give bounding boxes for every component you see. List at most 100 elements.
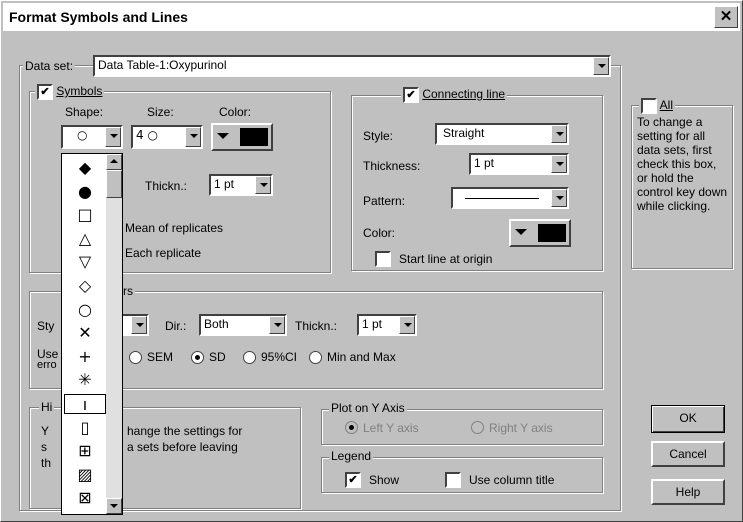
hint-line1a: Y	[41, 424, 50, 438]
error-thickn-label: Thickn.:	[295, 319, 338, 333]
dataset-label: Data set:	[23, 59, 76, 73]
shape-option[interactable]: ✕	[64, 323, 106, 343]
shape-select[interactable]: ○	[61, 125, 123, 149]
line-color-swatch	[538, 224, 566, 242]
title-bar: Format Symbols and Lines ✕	[3, 3, 740, 31]
ok-button[interactable]: OK	[651, 405, 725, 433]
shape-option[interactable]: ▯	[64, 418, 106, 438]
shape-option[interactable]: ı	[64, 394, 106, 414]
left-axis-label: Left Y axis	[363, 421, 419, 435]
error-thickn-select[interactable]: 1 pt	[357, 314, 417, 336]
size-dropdown-arrow-icon[interactable]	[185, 127, 201, 147]
size-value: 4 ○	[136, 128, 158, 142]
show-legend-checkbox[interactable]: ✔	[345, 472, 361, 488]
connecting-line-header: ✔ Connecting line	[401, 87, 508, 103]
ci-label: 95%CI	[261, 350, 298, 364]
connecting-line-label: Connecting line	[422, 87, 506, 102]
hint-line2b: a sets before leaving	[127, 440, 238, 454]
shape-option[interactable]: □	[64, 205, 106, 225]
start-line-origin-checkbox[interactable]	[375, 251, 391, 267]
hint-line2a: s	[41, 440, 47, 454]
scroll-up-icon[interactable]	[106, 154, 122, 170]
symbol-thickn-select[interactable]: 1 pt	[209, 174, 273, 196]
cancel-button[interactable]: Cancel	[651, 441, 725, 467]
symbols-label: Symbols	[56, 84, 103, 99]
dataset-dropdown-arrow-icon[interactable]	[593, 57, 609, 75]
sem-label: SEM	[147, 350, 174, 364]
dataset-select[interactable]: Data Table-1:Oxypurinol	[93, 55, 611, 77]
minmax-label: Min and Max	[327, 350, 396, 364]
shape-value: ○	[77, 128, 88, 142]
shape-option[interactable]: ◆	[64, 158, 106, 178]
connecting-line-checkbox[interactable]: ✔	[403, 87, 419, 103]
symbol-color-swatch	[240, 128, 268, 146]
scroll-thumb[interactable]	[106, 170, 122, 198]
color-label: Color:	[219, 105, 252, 119]
line-thickness-value: 1 pt	[474, 156, 495, 170]
shape-option[interactable]: ⊞	[64, 441, 106, 461]
shape-option[interactable]: △	[64, 229, 106, 249]
scroll-down-icon[interactable]	[106, 498, 122, 514]
symbols-header: ✔ Symbols	[35, 84, 105, 100]
left-axis-radio[interactable]	[345, 421, 358, 434]
error-thickn-value: 1 pt	[362, 317, 383, 331]
size-label: Size:	[147, 105, 174, 119]
ci-radio[interactable]	[243, 351, 256, 364]
sem-radio[interactable]	[129, 351, 142, 364]
line-thickness-select[interactable]: 1 pt	[469, 153, 569, 175]
size-select[interactable]: 4 ○	[131, 125, 203, 149]
all-help-text: To change a setting for all data sets, f…	[637, 115, 728, 213]
all-checkbox[interactable]	[641, 98, 657, 114]
shape-dropdown-list[interactable]: ◆ ● □ △ ▽ ◇ ○ ✕ + ✳ ı ▯ ⊞ ▨ ⊠	[61, 153, 123, 515]
line-style-label: Style:	[363, 129, 394, 143]
error-dir-select[interactable]: Both	[199, 314, 287, 336]
sd-radio[interactable]	[191, 351, 204, 364]
shape-label: Shape:	[65, 105, 104, 119]
shape-option[interactable]: ⊠	[64, 488, 106, 508]
hint-label: Hi	[39, 400, 55, 414]
shape-option[interactable]: ▽	[64, 252, 106, 272]
line-color-dropdown-icon	[515, 229, 527, 235]
line-style-arrow-icon[interactable]	[551, 125, 567, 143]
pattern-solid-line-icon	[465, 198, 539, 199]
error-style-arrow-icon[interactable]	[131, 316, 147, 334]
sd-label: SD	[209, 350, 226, 364]
symbol-thickn-arrow-icon[interactable]	[255, 176, 271, 194]
line-thickness-arrow-icon[interactable]	[551, 155, 567, 173]
dataset-value: Data Table-1:Oxypurinol	[98, 58, 227, 72]
minmax-radio[interactable]	[309, 351, 322, 364]
mean-of-replicates-option[interactable]: Mean of replicates	[125, 221, 223, 235]
shape-option[interactable]: ▨	[64, 465, 106, 485]
symbol-color-button[interactable]	[211, 123, 273, 151]
error-dir-value: Both	[204, 317, 229, 331]
shape-option[interactable]: ○	[64, 300, 106, 320]
close-button[interactable]: ✕	[714, 6, 738, 28]
shape-option[interactable]: ●	[64, 182, 106, 202]
error-bars-label: rs	[121, 284, 135, 298]
start-line-origin-label: Start line at origin	[399, 252, 493, 266]
line-thickness-label: Thickness:	[363, 159, 421, 173]
help-button[interactable]: Help	[651, 479, 725, 505]
legend-label: Legend	[329, 449, 374, 463]
symbols-checkbox[interactable]: ✔	[37, 84, 53, 100]
symbol-thickn-label: Thickn.:	[145, 179, 188, 193]
shape-option[interactable]: ◇	[64, 276, 106, 296]
shape-dropdown-arrow-icon[interactable]	[105, 127, 121, 147]
color-dropdown-icon	[217, 133, 229, 139]
line-pattern-label: Pattern:	[363, 194, 406, 208]
line-pattern-select[interactable]	[451, 187, 569, 209]
use-column-title-checkbox[interactable]	[445, 472, 461, 488]
line-color-button[interactable]	[509, 219, 571, 247]
line-style-select[interactable]: Straight	[435, 123, 569, 145]
error-dir-arrow-icon[interactable]	[269, 316, 285, 334]
use-column-title-label: Use column title	[469, 473, 555, 487]
shape-list-scrollbar[interactable]	[106, 154, 122, 514]
hint-line1b: hange the settings for	[127, 424, 243, 438]
line-pattern-arrow-icon[interactable]	[551, 189, 567, 207]
error-thickn-arrow-icon[interactable]	[399, 316, 415, 334]
right-axis-radio[interactable]	[471, 421, 484, 434]
shape-option[interactable]: +	[64, 347, 106, 367]
shape-option[interactable]: ✳	[64, 370, 106, 390]
each-replicate-option[interactable]: Each replicate	[125, 246, 201, 260]
dialog-title: Format Symbols and Lines	[9, 9, 188, 25]
